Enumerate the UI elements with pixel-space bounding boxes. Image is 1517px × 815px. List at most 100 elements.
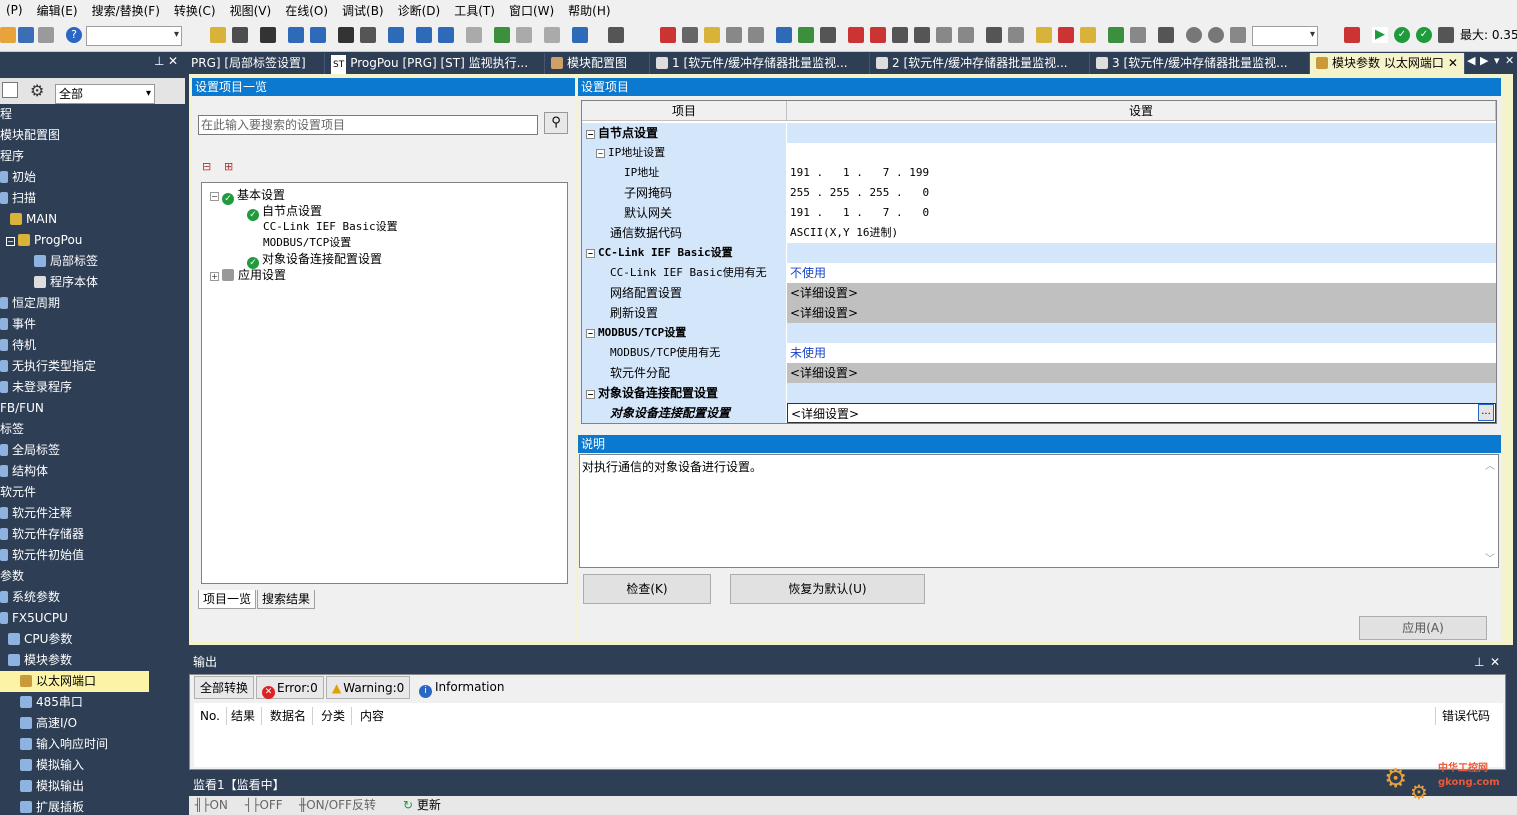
module-icon[interactable] [260,27,276,43]
subnet-mask-value[interactable]: 255 . 255 . 255 . 0 [787,183,1496,203]
tab-item-list[interactable]: 项目一览 [198,590,257,609]
nav-item[interactable]: 程 [0,104,12,125]
nav-item-scan[interactable]: 扫描 [0,188,36,209]
redo-icon[interactable] [748,27,764,43]
output-tab-convert-all[interactable]: 全部转换 [194,676,255,699]
collapse-icon[interactable]: − [586,249,595,258]
menu-item-debug[interactable]: 调试(B) [336,2,392,19]
search-combo[interactable] [86,26,182,46]
tree-node-modbus[interactable]: MODBUS/TCP设置 [263,235,351,251]
tab-scroll-left-icon[interactable]: ◀ [1467,54,1475,67]
collapse-icon[interactable]: − [586,390,595,399]
nav-item-parameter[interactable]: 参数 [0,566,24,587]
device-settings-icon[interactable] [608,27,624,43]
grid-row-refresh[interactable]: 刷新设置 <详细设置> [582,303,1496,323]
monitor-start-icon[interactable] [892,27,908,43]
nav-item-local-labels[interactable]: 局部标签 [34,251,98,272]
pin-icon[interactable]: ⊥ [1474,650,1484,674]
scroll-up-icon[interactable]: ︿ [1485,457,1495,472]
scroll-down-icon[interactable]: ﹀ [1485,550,1495,565]
menu-item-convert[interactable]: 转换(C) [168,2,224,19]
network-config-detail[interactable]: <详细设置> [787,283,1496,303]
sim-settings-icon[interactable] [1438,27,1454,43]
copy-icon[interactable] [682,27,698,43]
nav-item-global-labels[interactable]: 全局标签 [0,440,60,461]
setting-search-input[interactable]: 在此输入要搜索的设置项目 [198,115,538,135]
nav-item-labels[interactable]: 标签 [0,419,24,440]
menu-item[interactable]: (P) [0,3,31,17]
zoom-in-icon[interactable] [1186,27,1202,43]
menu-item-tools[interactable]: 工具(T) [448,2,503,19]
nav-item-structure[interactable]: 结构体 [0,461,48,482]
output-col-no[interactable]: No. [194,707,227,725]
save-all-icon[interactable] [232,27,248,43]
monitor-all-icon[interactable] [936,27,952,43]
nav-filter-select[interactable]: 全部 [55,84,155,104]
nav-item-485-serial[interactable]: 485串口 [20,692,83,713]
nav-item-event[interactable]: 事件 [0,314,36,335]
device-test-icon[interactable] [986,27,1002,43]
grid-row-own-node[interactable]: − 自节点设置 [582,123,1496,143]
open-icon[interactable] [0,27,16,43]
tab-local-labels[interactable]: PRG] [局部标签设置] [185,53,325,74]
close-window-icon[interactable]: ✕ [1505,54,1514,67]
grid-row-subnet-mask[interactable]: 子网掩码 255 . 255 . 255 . 0 [582,183,1496,203]
run-icon[interactable]: ▶ [1372,27,1388,43]
nav-item-module-config[interactable]: 模块配置图 [0,125,60,146]
grid-row-cclink-group[interactable]: − CC-Link IEF Basic设置 [582,243,1496,263]
device-list-icon[interactable] [416,27,432,43]
nav-item-system-param[interactable]: 系统参数 [0,587,60,608]
menu-item-view[interactable]: 视图(V) [224,2,280,19]
target-device-config-detail[interactable]: <详细设置> [787,403,1496,423]
menu-item-help[interactable]: 帮助(H) [562,2,618,19]
nav-item-main[interactable]: MAIN [10,209,57,230]
pin-icon[interactable]: ⊥ [154,54,164,68]
nav-item-device-memory[interactable]: 软元件存储器 [0,524,84,545]
menu-item-diagnostics[interactable]: 诊断(D) [392,2,449,19]
watch-toggle-button[interactable]: ╫ON/OFF反转 [299,796,376,815]
default-gateway-value[interactable]: 191 . 1 . 7 . 0 [787,203,1496,223]
browse-button[interactable]: ... [1478,404,1494,421]
nav-item-analog-output[interactable]: 模拟输出 [20,776,84,797]
ladder-icon[interactable] [1036,27,1052,43]
close-tab-icon[interactable]: ✕ [1448,56,1458,70]
output-tab-information[interactable]: i Information [414,676,510,699]
nav-item-device-comment[interactable]: 软元件注释 [0,503,72,524]
watch-refresh-button[interactable]: ↻ 更新 [403,796,441,815]
device-icon[interactable] [388,27,404,43]
grid-row-device-assign[interactable]: 软元件分配 <详细设置> [582,363,1496,383]
output-col-data-name[interactable]: 数据名 [264,707,314,725]
replace-icon[interactable] [360,27,376,43]
ok-icon[interactable]: ✓ [1394,27,1410,43]
collapse-icon[interactable]: − [210,192,219,201]
grid-row-target-device-group[interactable]: − 对象设备连接配置设置 [582,383,1496,403]
output-tab-warning[interactable]: ▲ Warning:0 [326,676,411,699]
grid-row-target-device-config[interactable]: 对象设备连接配置设置 <详细设置> [582,403,1496,423]
monitor-mode-icon[interactable] [958,27,974,43]
find-icon[interactable] [338,27,354,43]
monitor-stop-icon[interactable] [914,27,930,43]
menu-item-search[interactable]: 搜索/替换(F) [86,2,168,19]
check-button[interactable]: 检查(K) [583,574,711,604]
device-assign-detail[interactable]: <详细设置> [787,363,1496,383]
sim-icon[interactable] [1344,27,1360,43]
tab-scroll-right-icon[interactable]: ▶ [1480,54,1488,67]
verify-plc-icon[interactable] [820,27,836,43]
watch-on-button[interactable]: ╢├ON [195,796,228,815]
cut-icon[interactable] [660,27,676,43]
restore-default-button[interactable]: 恢复为默认(U) [730,574,925,604]
collapse-icon[interactable]: − [6,237,15,246]
output-tab-error[interactable]: ✕ Error:0 [256,676,324,699]
tab-device-monitor-3[interactable]: 3 [软元件/缓冲存储器批量监视... [1090,53,1310,74]
comm-data-code-value[interactable]: ASCII(X,Y 16进制) [787,223,1496,243]
save-icon[interactable] [18,27,34,43]
grid-row-network-config[interactable]: 网络配置设置 <详细设置> [582,283,1496,303]
nav-item-progpou[interactable]: − ProgPou [6,230,82,251]
print-icon[interactable] [38,27,54,43]
grid-row-comm-data-code[interactable]: 通信数据代码 ASCII(X,Y 16进制) [582,223,1496,243]
apply-button[interactable]: 应用(A) [1359,616,1487,640]
convert-all-icon[interactable] [1130,27,1146,43]
window-split-icon[interactable] [310,27,326,43]
nav-item-initial[interactable]: 初始 [0,167,36,188]
tab-module-config[interactable]: 模块配置图 [545,53,650,74]
